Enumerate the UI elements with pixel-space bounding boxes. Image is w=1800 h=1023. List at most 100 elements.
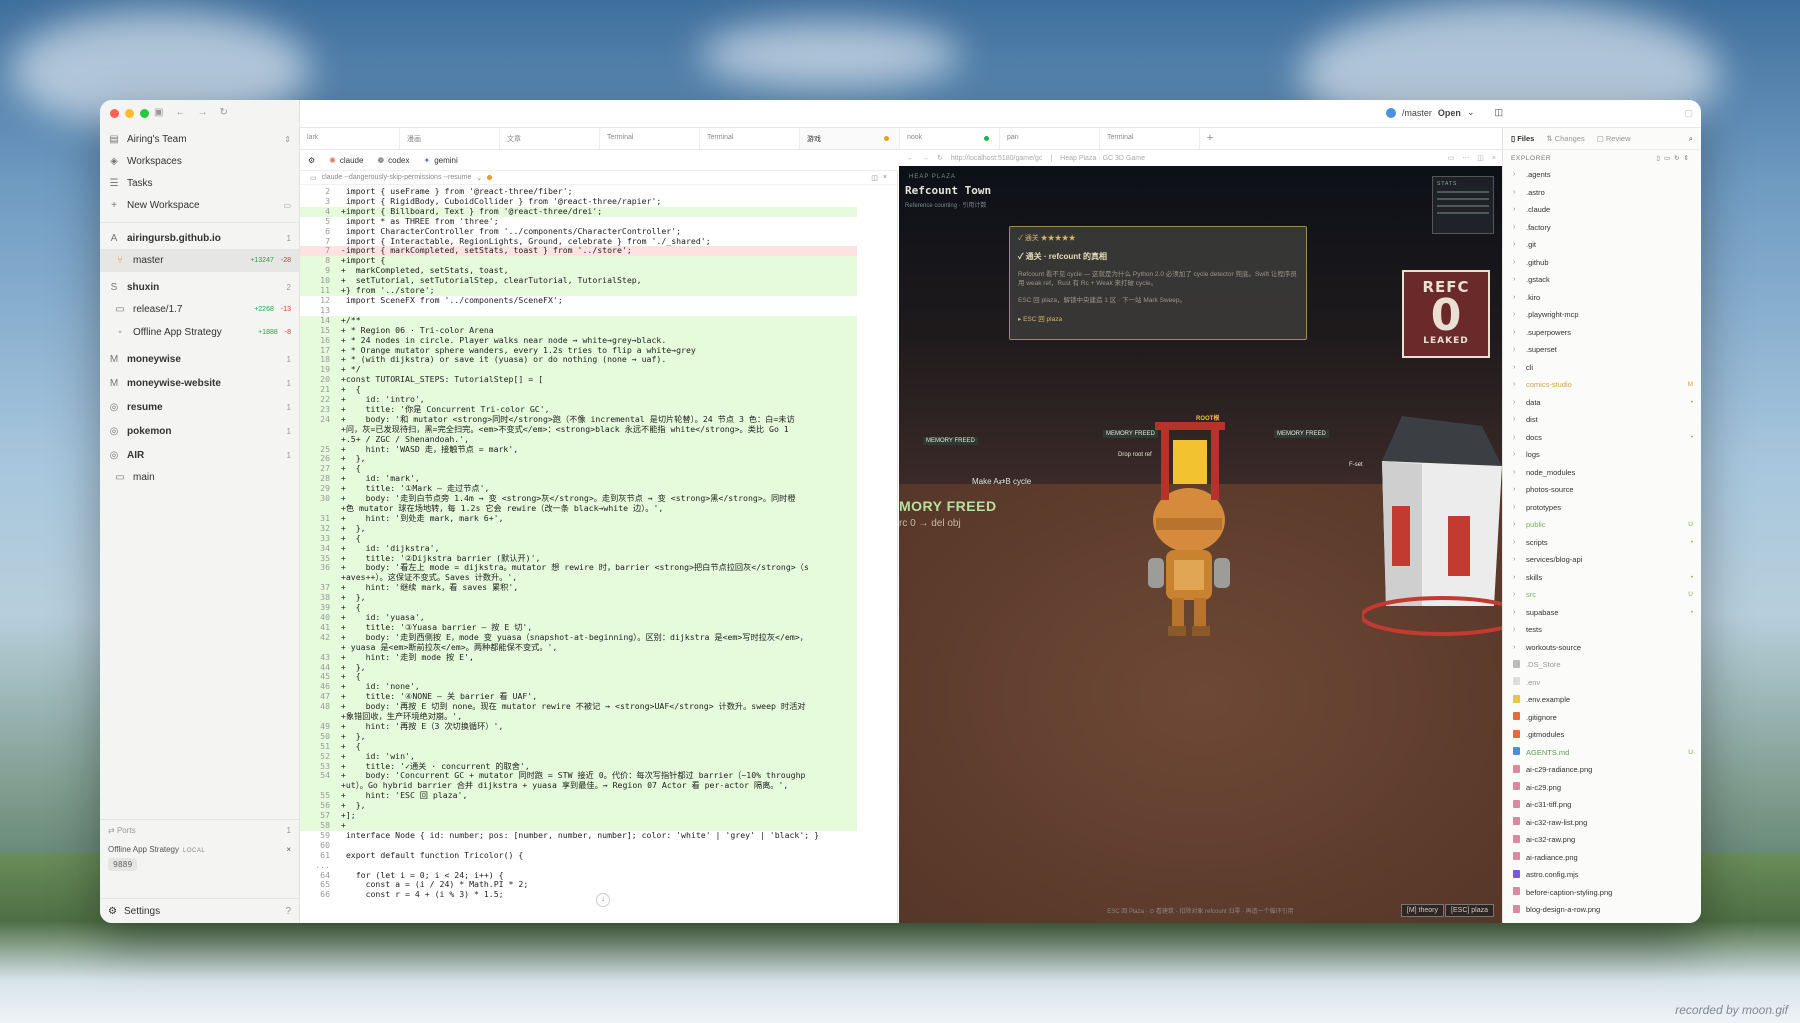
sidebar-toggle-icon[interactable]: ▣: [154, 107, 163, 118]
zoom-window-button[interactable]: [140, 109, 149, 118]
folder-item[interactable]: › cli: [1513, 359, 1701, 377]
file-item[interactable]: .DS_Store: [1513, 656, 1701, 674]
folder-item[interactable]: › .git: [1513, 236, 1701, 254]
folder-item[interactable]: › supabase •: [1513, 604, 1701, 622]
more-icon[interactable]: ⋯: [1462, 154, 1469, 162]
workspace-resume[interactable]: ◎ resume 1: [100, 396, 299, 418]
folder-item[interactable]: › .factory: [1513, 219, 1701, 237]
close-port-icon[interactable]: ×: [286, 845, 291, 854]
workspace-airingursb[interactable]: A airingursb.github.io 1: [100, 227, 299, 249]
file-item[interactable]: ai-c32-raw.png: [1513, 831, 1701, 849]
close-window-button[interactable]: [110, 109, 119, 118]
file-item[interactable]: .gitignore: [1513, 709, 1701, 727]
folder-item[interactable]: › scripts •: [1513, 534, 1701, 552]
folder-item[interactable]: › node_modules: [1513, 464, 1701, 482]
branch-offline-app-strategy[interactable]: ◦ Offline App Strategy +1888 -8: [100, 321, 299, 344]
tab-4[interactable]: Terminal: [700, 128, 800, 149]
workspace-moneywise[interactable]: M moneywise 1: [100, 348, 299, 370]
settings-button[interactable]: ⚙ Settings ?: [100, 898, 299, 923]
agent-gemini[interactable]: ✦ gemini: [424, 156, 458, 165]
close-icon[interactable]: ×: [883, 174, 887, 181]
game-preview[interactable]: ← → ↻ http://localhost:5180/game/gc | He…: [899, 150, 1502, 923]
agent-claude[interactable]: ✺ claude: [329, 156, 363, 165]
folder-item[interactable]: › docs •: [1513, 429, 1701, 447]
theory-button[interactable]: [M] theory: [1400, 904, 1444, 917]
tab-review[interactable]: ▢ Review: [1597, 134, 1631, 143]
folder-item[interactable]: › .claude: [1513, 201, 1701, 219]
plaza-button[interactable]: [ESC] plaza: [1445, 904, 1494, 917]
file-item[interactable]: blog-design-a-row.png: [1513, 901, 1701, 919]
scroll-down-icon[interactable]: ↓: [596, 893, 610, 907]
file-item[interactable]: .env.example: [1513, 691, 1701, 709]
url-field[interactable]: http://localhost:5180/game/gc: [951, 155, 1042, 162]
dialog-esc-link[interactable]: ▸ ESC 回 plaza: [1018, 313, 1298, 323]
maximize-icon[interactable]: ▢: [1684, 108, 1693, 119]
folder-item[interactable]: › services/blog-api: [1513, 551, 1701, 569]
search-icon[interactable]: ⌕: [1689, 134, 1693, 144]
file-item[interactable]: .gitmodules: [1513, 726, 1701, 744]
add-tab-button[interactable]: +: [1200, 128, 1220, 149]
folder-item[interactable]: › dist: [1513, 411, 1701, 429]
folder-item[interactable]: › prototypes: [1513, 499, 1701, 517]
code-view[interactable]: 2 import { useFrame } from '@react-three…: [300, 186, 857, 900]
folder-item[interactable]: › .kiro: [1513, 289, 1701, 307]
tab-5[interactable]: 游戏: [800, 128, 900, 149]
back-arrow-icon[interactable]: ←: [907, 155, 914, 162]
new-workspace-button[interactable]: + New Workspace ▭: [100, 194, 299, 216]
game-canvas[interactable]: HEAP PLAZA Refcount Town Reference count…: [899, 166, 1502, 923]
tab-1[interactable]: 漫画: [400, 128, 500, 149]
tab-3[interactable]: Terminal: [600, 128, 700, 149]
tab-8[interactable]: Terminal: [1100, 128, 1200, 149]
file-item[interactable]: ai-c29-radiance.png: [1513, 761, 1701, 779]
file-item[interactable]: ai-c32-raw-list.png: [1513, 814, 1701, 832]
help-icon[interactable]: ?: [285, 906, 291, 917]
workspace-shuxin[interactable]: S shuxin 2: [100, 276, 299, 298]
folder-item[interactable]: › .gstack: [1513, 271, 1701, 289]
nav-workspaces[interactable]: ◈ Workspaces: [100, 150, 299, 172]
terminal-diff-panel[interactable]: ▭ claude --dangerously-skip-permissions …: [300, 171, 898, 923]
file-item[interactable]: .env: [1513, 674, 1701, 692]
folder-item[interactable]: › .superpowers: [1513, 324, 1701, 342]
workspace-moneywise-website[interactable]: M moneywise-website 1: [100, 372, 299, 394]
minimize-window-button[interactable]: [125, 109, 134, 118]
tab-0[interactable]: lark: [300, 128, 400, 149]
forward-arrow-icon[interactable]: →: [922, 155, 929, 162]
folder-item[interactable]: › logs: [1513, 446, 1701, 464]
agent-codex[interactable]: ❁ codex: [377, 156, 409, 165]
folder-item[interactable]: › .astro: [1513, 184, 1701, 202]
folder-item[interactable]: › src U: [1513, 586, 1701, 604]
refresh-icon[interactable]: ↻: [1674, 155, 1683, 162]
folder-item[interactable]: › data •: [1513, 394, 1701, 412]
forward-arrow-icon[interactable]: →: [197, 107, 207, 118]
file-item[interactable]: ai-c29.png: [1513, 779, 1701, 797]
back-arrow-icon[interactable]: ←: [175, 107, 185, 118]
folder-item[interactable]: › .github: [1513, 254, 1701, 272]
collapse-icon[interactable]: ⇕: [1684, 155, 1693, 162]
file-item[interactable]: ai-c31-tiff.png: [1513, 796, 1701, 814]
chevron-down-icon[interactable]: ⌄: [1467, 107, 1475, 118]
workspace-air[interactable]: ◎ AIR 1: [100, 444, 299, 466]
split-icon[interactable]: ◫: [1477, 154, 1484, 162]
folder-item[interactable]: › skills •: [1513, 569, 1701, 587]
file-item[interactable]: ai-radiance.png: [1513, 849, 1701, 867]
branch-release[interactable]: ▭ release/1.7 +2268 -13: [100, 298, 299, 321]
folder-item[interactable]: › workouts-source: [1513, 639, 1701, 657]
tab-7[interactable]: pan: [1000, 128, 1100, 149]
tab-changes[interactable]: ⇅ Changes: [1546, 134, 1584, 143]
refresh-icon[interactable]: ↻: [937, 154, 943, 162]
split-view-icon[interactable]: ◫: [1494, 107, 1503, 118]
file-item[interactable]: before-caption-styling.png: [1513, 884, 1701, 902]
branch-master[interactable]: ⑂ master +13247 -28: [100, 249, 299, 272]
folder-item[interactable]: › .superset: [1513, 341, 1701, 359]
branch-main[interactable]: ▭ main: [100, 466, 299, 489]
folder-item[interactable]: › photos-source: [1513, 481, 1701, 499]
file-item[interactable]: AGENTS.md U: [1513, 744, 1701, 762]
team-switcher[interactable]: ▤ Airing's Team ⇕: [100, 128, 299, 150]
new-folder-icon[interactable]: ▭: [1664, 155, 1674, 162]
folder-add-icon[interactable]: ▭: [283, 201, 291, 210]
nav-tasks[interactable]: ☰ Tasks: [100, 172, 299, 194]
gear-icon[interactable]: ⚙: [308, 156, 315, 165]
close-icon[interactable]: ×: [1492, 155, 1496, 162]
tab-6[interactable]: nook: [900, 128, 1000, 149]
split-icon[interactable]: ◫: [871, 174, 878, 182]
